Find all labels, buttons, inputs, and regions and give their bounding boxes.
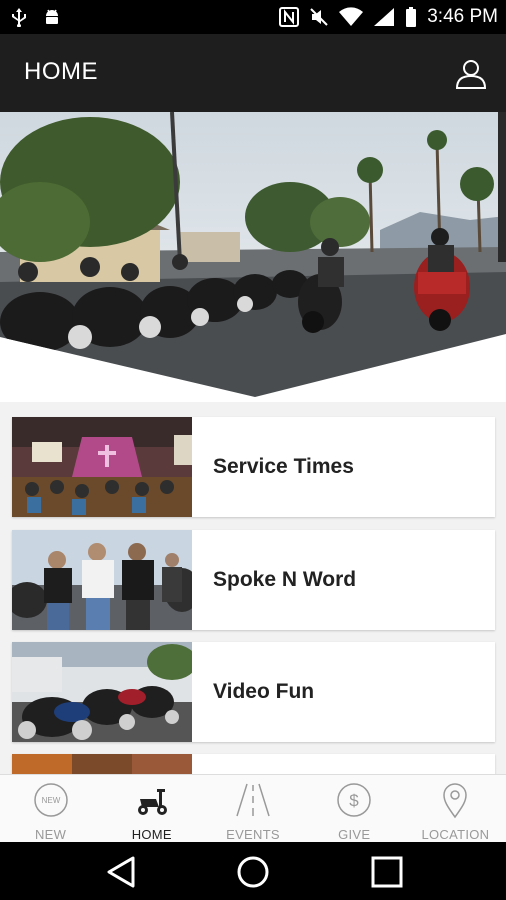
new-badge-icon: NEW <box>33 783 68 817</box>
nfc-icon <box>279 7 300 27</box>
app-bar: HOME <box>0 34 506 112</box>
status-time: 3:46 PM <box>427 6 498 27</box>
card-spoke-n-word[interactable]: Spoke N Word <box>12 530 495 630</box>
nav-give[interactable]: $ GIVE <box>304 775 405 843</box>
nav-label: EVENTS <box>226 827 280 842</box>
card-label: Service Times <box>213 455 354 478</box>
mute-icon <box>310 8 328 26</box>
card-label: Spoke N Word <box>213 568 357 591</box>
scooter-icon <box>137 789 167 815</box>
android-debug-icon <box>46 9 58 24</box>
map-pin-icon <box>443 783 468 819</box>
signal-icon <box>374 8 395 26</box>
svg-text:$: $ <box>349 791 359 810</box>
wifi-icon <box>339 7 364 27</box>
hero-banner-image <box>0 112 506 402</box>
road-icon <box>236 783 270 817</box>
nav-home[interactable]: HOME <box>101 775 202 843</box>
card-service-times[interactable]: Service Times <box>12 417 495 517</box>
nav-events[interactable]: EVENTS <box>202 775 303 843</box>
card-partial[interactable] <box>12 754 495 774</box>
bottom-navigation: NEW NEW HOME EVENTS $ GIVE LOCATION <box>0 774 506 843</box>
menu-card-list: Service Times Spoke N Word Video Fun <box>0 402 506 774</box>
partial-card-thumbnail <box>12 754 192 774</box>
nav-label: HOME <box>131 827 172 842</box>
home-circle-icon[interactable] <box>235 854 271 890</box>
nav-label: GIVE <box>338 827 371 842</box>
usb-icon <box>12 8 26 27</box>
video-fun-thumbnail <box>12 642 192 742</box>
nav-location[interactable]: LOCATION <box>405 775 506 843</box>
nav-label: NEW <box>34 827 67 842</box>
nav-new[interactable]: NEW NEW <box>0 775 101 843</box>
dollar-icon: $ <box>337 783 371 817</box>
page-title: HOME <box>24 58 98 85</box>
card-label: Video Fun <box>213 680 315 703</box>
battery-icon <box>406 7 417 27</box>
recents-square-icon[interactable] <box>369 854 405 890</box>
back-icon[interactable] <box>103 854 139 890</box>
status-bar: 3:46 PM <box>0 0 506 34</box>
system-navigation-bar <box>0 842 506 900</box>
svg-text:NEW: NEW <box>41 796 60 805</box>
nav-label: LOCATION <box>421 827 490 842</box>
user-icon[interactable] <box>454 56 488 90</box>
service-times-thumbnail <box>12 417 192 517</box>
spoke-n-word-thumbnail <box>12 530 192 630</box>
card-video-fun[interactable]: Video Fun <box>12 642 495 742</box>
